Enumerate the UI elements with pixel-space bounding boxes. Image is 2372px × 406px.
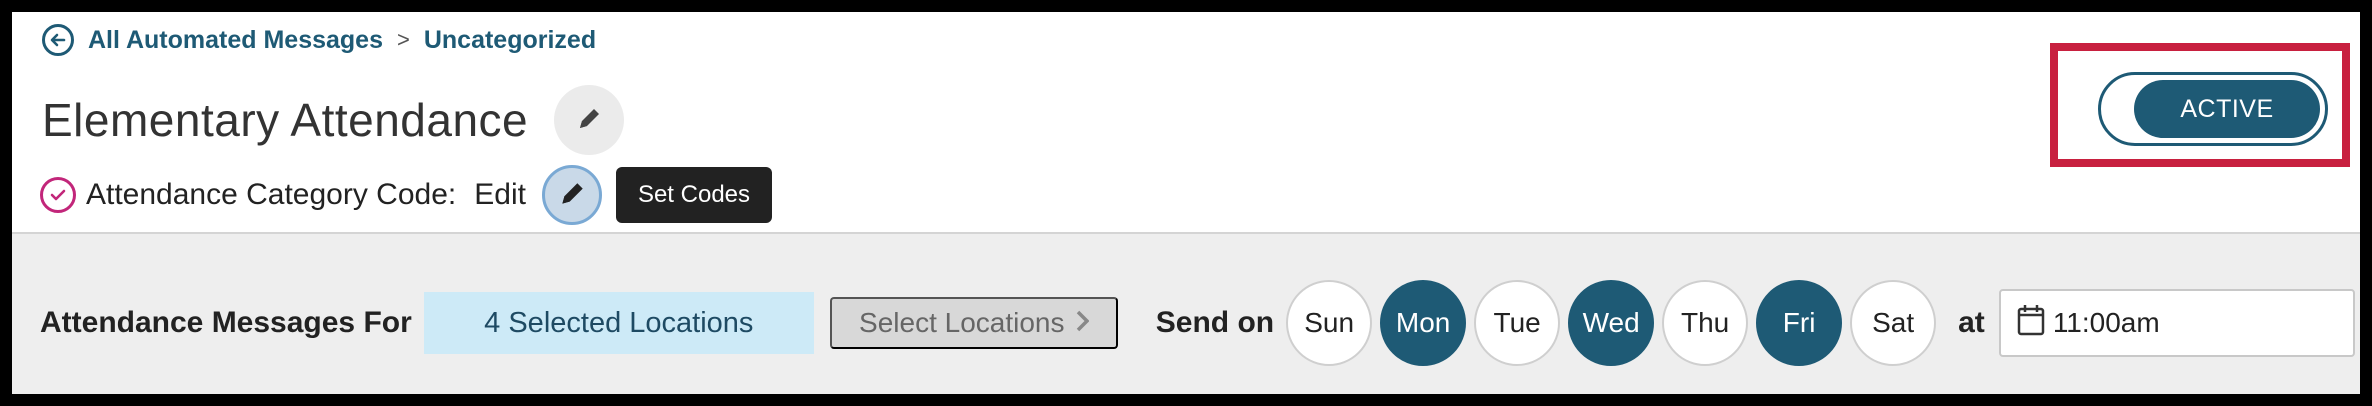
at-label: at [1958,306,1985,339]
send-time-field[interactable]: 11:00am [1998,289,2355,357]
select-locations-button[interactable]: Select Locations [829,297,1118,349]
day-sun-toggle[interactable]: Sun [1286,280,1373,366]
title-row: Elementary Attendance [42,82,625,158]
day-picker: Sun Mon Tue Wed Thu Fri Sat [1286,280,1944,366]
page-title: Elementary Attendance [42,94,529,146]
day-mon-toggle[interactable]: Mon [1380,280,1467,366]
category-code-label: Attendance Category Code: [86,178,457,211]
back-arrow-icon[interactable] [42,24,74,56]
breadcrumb-uncategorized-link[interactable]: Uncategorized [424,26,596,55]
selected-locations-display: 4 Selected Locations [423,292,814,354]
calendar-icon [2017,304,2045,343]
breadcrumb-all-messages-link[interactable]: All Automated Messages [88,26,383,55]
day-thu-toggle[interactable]: Thu [1662,280,1749,366]
breadcrumb-separator: > [396,27,410,52]
set-codes-tooltip: Set Codes [615,167,773,223]
day-sat-toggle[interactable]: Sat [1850,280,1937,366]
breadcrumb: All Automated Messages > Uncategorized [42,20,596,60]
schedule-panel: Attendance Messages For 4 Selected Locat… [12,232,2360,394]
active-toggle-label: ACTIVE [2134,80,2320,138]
category-code-row: Attendance Category Code: Edit Set Codes [40,162,773,228]
set-codes-button[interactable] [541,165,602,225]
active-toggle-highlight: ACTIVE [2050,43,2350,167]
edit-title-button[interactable] [554,85,625,155]
day-fri-toggle[interactable]: Fri [1756,280,1843,366]
schedule-row: Attendance Messages For 4 Selected Locat… [40,278,2355,368]
messages-for-label: Attendance Messages For [40,306,412,339]
send-on-label: Send on [1155,306,1275,339]
category-code-edit-text: Edit [474,178,526,211]
pencil-icon [575,105,603,136]
automated-message-editor: All Automated Messages > Uncategorized E… [12,12,2360,394]
day-wed-toggle[interactable]: Wed [1568,280,1655,366]
send-time-value: 11:00am [2052,307,2160,338]
select-locations-label: Select Locations [859,307,1065,338]
active-toggle[interactable]: ACTIVE [2098,72,2328,146]
check-circle-icon [40,177,76,213]
pencil-icon [557,179,587,212]
day-tue-toggle[interactable]: Tue [1474,280,1561,366]
chevron-right-icon [1075,307,1089,339]
